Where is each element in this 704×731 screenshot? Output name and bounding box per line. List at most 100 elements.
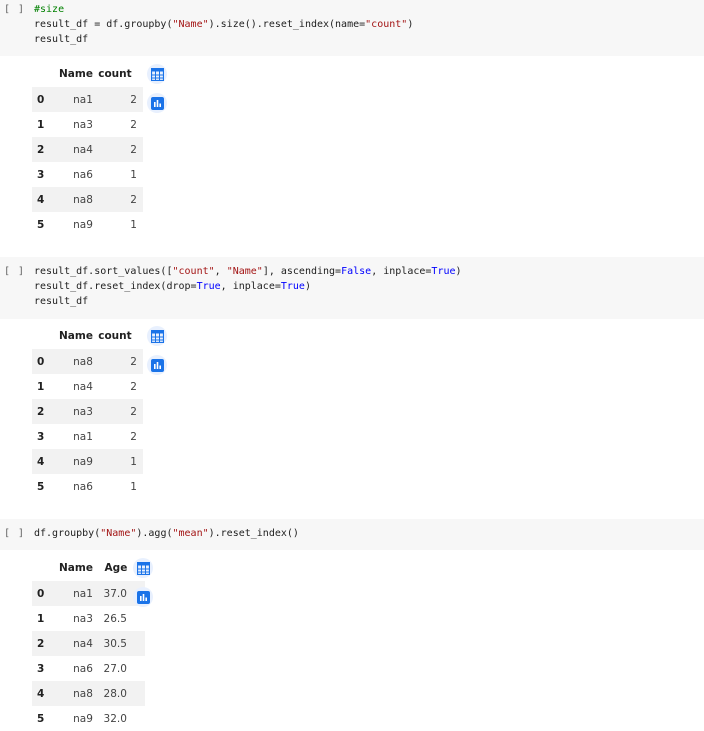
code-token: ) [407, 19, 414, 30]
table-cell: na1 [73, 93, 93, 106]
code-line: result_df.sort_values(["count", "Name"],… [34, 264, 462, 279]
table-cell: na9 [73, 455, 93, 468]
code-editor-1[interactable]: [ ] #size result_df = df.groupby("Name").… [0, 0, 704, 56]
index-header [32, 323, 59, 349]
index-header [32, 61, 59, 87]
code-editor-2[interactable]: [ ] result_df.sort_values(["count", "Nam… [0, 257, 704, 319]
table-row: 0 na1 37.0 [32, 581, 145, 606]
row-index: 4 [37, 687, 45, 700]
code-token: ) [455, 266, 462, 277]
table-row: 4 na8 28.0 [32, 681, 145, 706]
table-cell: 2 [130, 193, 137, 206]
table-cell: 2 [130, 143, 137, 156]
table-cell: 2 [130, 405, 137, 418]
table-cell: 2 [130, 355, 137, 368]
code-token: "Name" [100, 528, 137, 539]
code-token: ) [304, 281, 311, 292]
code-token: True [280, 281, 305, 292]
convert-to-interactive-table-button[interactable] [147, 326, 167, 346]
run-cell-button-1[interactable]: [ ] [4, 4, 25, 15]
table-cell: na4 [73, 380, 93, 393]
code-token: ).reset_index() [208, 528, 299, 539]
code-line: df.groupby("Name").agg("mean").reset_ind… [34, 526, 299, 541]
table-cell: na4 [73, 637, 93, 650]
convert-to-interactive-table-button[interactable] [147, 64, 167, 84]
table-cell: na9 [73, 218, 93, 231]
notebook-cell-2: [ ] result_df.sort_values(["count", "Nam… [0, 257, 704, 519]
table-row: 0 na1 2 [32, 87, 143, 112]
run-cell-button-2[interactable]: [ ] [4, 266, 25, 277]
table-cell: 1 [130, 218, 137, 231]
code-token: result_df = df.groupby( [34, 19, 173, 30]
bar-chart-icon [150, 96, 164, 110]
table-cell: na1 [73, 430, 93, 443]
code-token: True [196, 281, 221, 292]
row-index: 1 [37, 380, 45, 393]
bar-chart-icon [150, 358, 164, 372]
row-index: 0 [37, 587, 45, 600]
suggest-charts-button[interactable] [133, 587, 153, 607]
table-cell: 2 [130, 93, 137, 106]
table-cell: na3 [73, 118, 93, 131]
table-row: 3 na6 27.0 [32, 656, 145, 681]
table-row: 2 na4 30.5 [32, 631, 145, 656]
table-cell: na8 [73, 687, 93, 700]
code-token: result_df.reset_index(drop= [34, 281, 197, 292]
code-token: "Name" [172, 19, 209, 30]
table-cell: na9 [73, 712, 93, 725]
column-header: Name [59, 330, 93, 342]
table-row: 4 na9 1 [32, 449, 143, 474]
column-header: count [98, 68, 132, 80]
code-lines-2: result_df.sort_values(["count", "Name"],… [34, 264, 462, 309]
table-cell: na6 [73, 662, 93, 675]
table-cell: 28.0 [103, 687, 127, 700]
code-token: result_df [34, 34, 89, 45]
convert-to-interactive-table-button[interactable] [133, 558, 153, 578]
code-token: , inplace= [220, 281, 281, 292]
row-index: 1 [37, 612, 45, 625]
row-index: 1 [37, 118, 45, 131]
code-token: ], ascending= [262, 266, 342, 277]
row-index: 3 [37, 168, 45, 181]
table-cell: na3 [73, 405, 93, 418]
table-cell: 32.0 [103, 712, 127, 725]
table-icon [136, 561, 150, 575]
code-token: result_df [34, 296, 89, 307]
table-cell: 27.0 [103, 662, 127, 675]
code-token: "mean" [172, 528, 209, 539]
table-row: 3 na1 2 [32, 424, 143, 449]
code-editor-3[interactable]: [ ] df.groupby("Name").agg("mean").reset… [0, 519, 704, 550]
code-token: ).agg( [136, 528, 173, 539]
row-index: 2 [37, 143, 45, 156]
row-index: 5 [37, 712, 45, 725]
column-header: count [98, 330, 132, 342]
suggest-charts-button[interactable] [147, 93, 167, 113]
table-row: 1 na3 2 [32, 112, 143, 137]
table-cell: na3 [73, 612, 93, 625]
table-cell: 30.5 [103, 637, 127, 650]
dataframe-output-2: Name count 0 na8 2 1 na4 2 2 na3 2 3 na1 2 4 na9 1 5 na6 1 [32, 323, 143, 499]
row-index: 2 [37, 637, 45, 650]
index-header [32, 555, 59, 581]
notebook-cell-1: [ ] #size result_df = df.groupby("Name").… [0, 0, 704, 255]
row-index: 5 [37, 480, 45, 493]
run-cell-button-3[interactable]: [ ] [4, 528, 25, 539]
table-row: 5 na9 32.0 [32, 706, 145, 731]
code-token: , [214, 266, 227, 277]
code-token: True [431, 266, 456, 277]
column-header: Name [59, 68, 93, 80]
bar-chart-icon [136, 590, 150, 604]
table-cell: na1 [73, 587, 93, 600]
table-cell: 1 [130, 168, 137, 181]
suggest-charts-button[interactable] [147, 355, 167, 375]
code-token: df.groupby( [34, 528, 101, 539]
table-row: 5 na6 1 [32, 474, 143, 499]
table-cell: 1 [130, 455, 137, 468]
row-index: 0 [37, 93, 45, 106]
code-line: result_df.reset_index(drop=True, inplace… [34, 279, 462, 294]
table-cell: 2 [130, 430, 137, 443]
row-index: 3 [37, 430, 45, 443]
table-row: 5 na9 1 [32, 212, 143, 237]
code-token: #size [34, 4, 65, 15]
table-row: 4 na8 2 [32, 187, 143, 212]
